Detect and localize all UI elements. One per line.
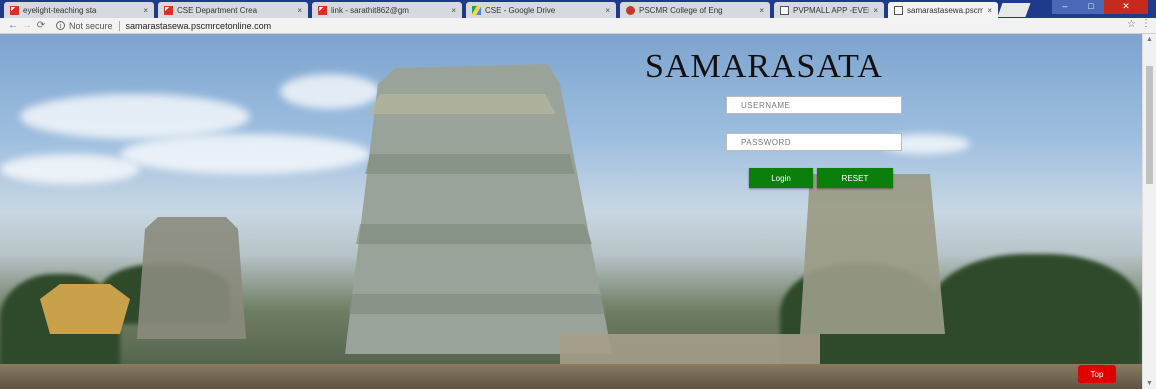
close-tab-icon[interactable]: × (873, 6, 878, 15)
browser-tab[interactable]: eyelight-teaching sta × (4, 2, 154, 18)
close-tab-icon[interactable]: × (143, 6, 148, 15)
close-tab-icon[interactable]: × (987, 6, 992, 15)
gmail-icon (164, 5, 173, 15)
back-arrow-icon[interactable]: ← (6, 20, 20, 31)
drive-icon (472, 5, 481, 15)
browser-tab[interactable]: CSE Department Crea × (158, 2, 308, 18)
vertical-scrollbar[interactable]: ▲ ▼ (1142, 34, 1156, 389)
bookmark-star-icon[interactable]: ☆ (1127, 19, 1136, 30)
divider (118, 20, 120, 31)
tab-label: CSE Department Crea (177, 5, 258, 15)
forward-arrow-icon[interactable]: → (20, 20, 34, 31)
password-input[interactable] (726, 133, 902, 151)
reset-button[interactable]: RESET (817, 168, 893, 188)
browser-tab[interactable]: PSCMR College of Eng × (620, 2, 770, 18)
close-tab-icon[interactable]: × (605, 6, 610, 15)
login-button[interactable]: Login (749, 168, 813, 188)
tab-label: eyelight-teaching sta (23, 5, 97, 15)
college-icon (626, 5, 635, 15)
scrollbar-thumb[interactable] (1146, 66, 1153, 184)
maximize-icon[interactable]: □ (1078, 0, 1104, 14)
browser-tab-active[interactable]: samarastasewa.pscmr × (888, 2, 998, 18)
browser-tab[interactable]: CSE - Google Drive × (466, 2, 616, 18)
ground (0, 364, 1142, 389)
minimize-icon[interactable]: – (1052, 0, 1078, 14)
gmail-icon (10, 5, 19, 15)
tab-label: PSCMR College of Eng (639, 5, 723, 15)
tab-label: CSE - Google Drive (485, 5, 556, 15)
security-label: Not secure (69, 20, 113, 31)
reload-icon[interactable]: ⟳ (34, 20, 48, 31)
close-tab-icon[interactable]: × (451, 6, 456, 15)
tab-label: PVPMALL APP -EVELI (793, 5, 870, 15)
scroll-up-arrow-icon[interactable]: ▲ (1146, 36, 1153, 43)
page-viewport: SAMARASATA Login RESET Top ▲ ▼ (0, 34, 1156, 389)
temple-towers (40, 64, 945, 384)
close-tab-icon[interactable]: × (759, 6, 764, 15)
tab-label: samarastasewa.pscmr (907, 5, 984, 15)
close-tab-icon[interactable]: × (297, 6, 302, 15)
tab-label: link - sarathit862@gm (331, 5, 409, 15)
info-icon[interactable]: i (56, 21, 65, 30)
scroll-top-button[interactable]: Top (1078, 365, 1116, 383)
gmail-icon (318, 5, 327, 15)
temple-background-image (0, 34, 1142, 389)
close-window-icon[interactable]: ✕ (1104, 0, 1148, 14)
new-tab-button[interactable] (997, 3, 1031, 17)
url-text[interactable]: samarastasewa.pscmrcetonline.com (126, 21, 272, 31)
browser-tab[interactable]: link - sarathit862@gm × (312, 2, 462, 18)
browser-tab-strip: eyelight-teaching sta × CSE Department C… (0, 0, 1156, 18)
menu-dots-icon[interactable]: ⋮ (1141, 18, 1151, 29)
scroll-down-arrow-icon[interactable]: ▼ (1146, 380, 1153, 387)
browser-toolbar: ← → ⟳ i Not secure samarastasewa.pscmrce… (0, 18, 1156, 34)
document-icon (894, 5, 903, 15)
address-bar[interactable]: i Not secure samarastasewa.pscmrcetonlin… (56, 20, 272, 31)
browser-tab[interactable]: PVPMALL APP -EVELI × (774, 2, 884, 18)
site-title: SAMARASATA (645, 48, 883, 85)
document-icon (780, 5, 789, 15)
username-input[interactable] (726, 96, 902, 114)
